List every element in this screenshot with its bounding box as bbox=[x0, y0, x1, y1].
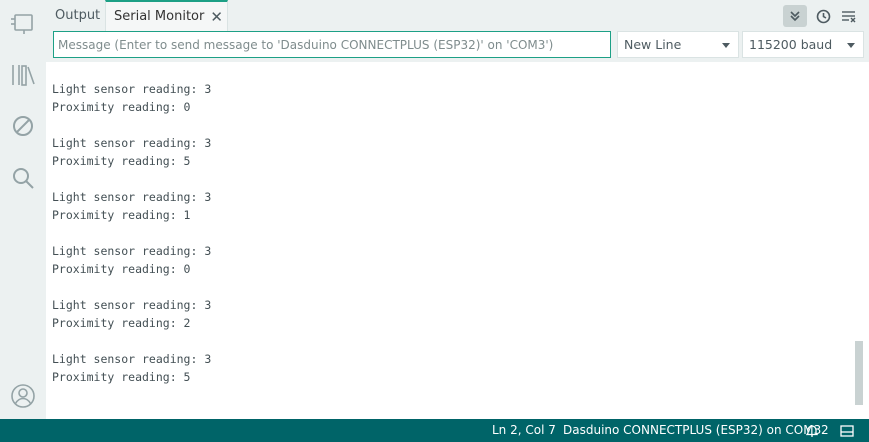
message-input[interactable] bbox=[53, 31, 611, 58]
chevron-down-icon bbox=[722, 43, 730, 48]
line-ending-value: New Line bbox=[624, 37, 682, 52]
search-icon[interactable] bbox=[10, 165, 36, 191]
double-chevron-down-icon[interactable] bbox=[783, 5, 807, 27]
output-line: Proximity reading: 0 bbox=[52, 262, 191, 276]
close-icon[interactable]: ✕ bbox=[210, 8, 223, 26]
tab-output[interactable]: Output bbox=[55, 0, 100, 31]
serial-output: Light sensor reading: 3 Proximity readin… bbox=[52, 80, 211, 386]
line-ending-select[interactable]: New Line bbox=[617, 31, 739, 58]
output-line: Light sensor reading: 3 bbox=[52, 136, 212, 150]
debug-icon[interactable] bbox=[10, 113, 36, 139]
bell-icon bbox=[806, 425, 818, 437]
output-line: Light sensor reading: 3 bbox=[52, 82, 212, 96]
notification-count: 2 bbox=[821, 423, 829, 437]
board-icon[interactable] bbox=[10, 10, 36, 36]
output-line: Light sensor reading: 3 bbox=[52, 352, 212, 366]
tab-output-label: Output bbox=[55, 8, 101, 23]
output-line: Light sensor reading: 3 bbox=[52, 190, 212, 204]
sidebar bbox=[0, 0, 46, 419]
output-line: Light sensor reading: 3 bbox=[52, 298, 212, 312]
board-port-status[interactable]: Dasduino CONNECTPLUS (ESP32) on COM3 bbox=[563, 419, 821, 442]
output-line: Light sensor reading: 3 bbox=[52, 244, 212, 258]
tab-serial-monitor[interactable]: Serial Monitor ✕ bbox=[105, 0, 228, 31]
output-line: Proximity reading: 0 bbox=[52, 100, 191, 114]
output-line: Proximity reading: 5 bbox=[52, 154, 191, 168]
baud-rate-value: 115200 baud bbox=[749, 37, 833, 52]
library-icon[interactable] bbox=[10, 62, 36, 88]
clock-icon[interactable] bbox=[811, 5, 835, 27]
output-line: Proximity reading: 5 bbox=[52, 370, 191, 384]
cursor-position[interactable]: Ln 2, Col 7 bbox=[492, 419, 556, 442]
output-line: Proximity reading: 2 bbox=[52, 316, 191, 330]
notifications-button[interactable]: 2 bbox=[806, 419, 829, 442]
tab-serial-monitor-label: Serial Monitor bbox=[114, 9, 205, 24]
baud-rate-select[interactable]: 115200 baud bbox=[742, 31, 864, 58]
profile-icon[interactable] bbox=[10, 383, 36, 409]
output-line: Proximity reading: 1 bbox=[52, 208, 191, 222]
chevron-down-icon bbox=[847, 43, 855, 48]
status-bar: Ln 2, Col 7 Dasduino CONNECTPLUS (ESP32)… bbox=[0, 419, 869, 442]
clear-output-icon[interactable] bbox=[837, 5, 861, 27]
toggle-panel-icon[interactable] bbox=[840, 419, 854, 442]
output-scrollbar[interactable] bbox=[855, 341, 863, 405]
